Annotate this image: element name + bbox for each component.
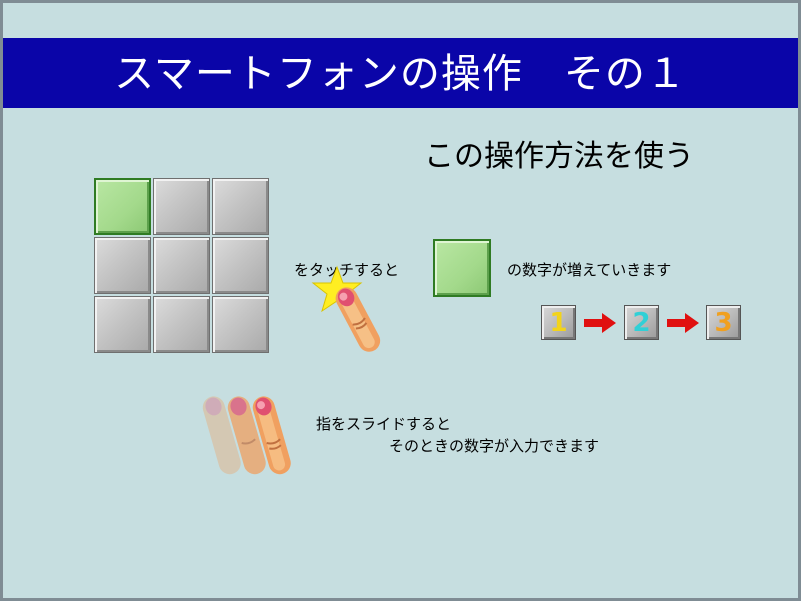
- number-box-3: 3: [706, 305, 741, 340]
- slide-title: スマートフォンの操作 その１: [3, 38, 798, 108]
- touch-text-after: の数字が増えていきます: [507, 261, 672, 279]
- keypad-tile[interactable]: [153, 296, 210, 353]
- keypad-tile[interactable]: [153, 178, 210, 235]
- finger-slide-icon: [202, 396, 291, 475]
- keypad-tile[interactable]: [212, 296, 269, 353]
- arrow-right-icon: [584, 313, 616, 333]
- keypad-tile[interactable]: [212, 178, 269, 235]
- slide-text-line2: そのときの数字が入力できます: [389, 437, 600, 455]
- slide-subtitle: この操作方法を使う: [424, 139, 694, 174]
- number-box-2: 2: [624, 305, 659, 340]
- slide-text-line1: 指をスライドすると: [316, 415, 452, 433]
- keypad-tile[interactable]: [212, 237, 269, 294]
- number-box-1: 1: [541, 305, 576, 340]
- finger-tap-icon: [311, 265, 381, 352]
- keypad-grid: [92, 176, 269, 353]
- keypad-tile[interactable]: [94, 296, 151, 353]
- slide: スマートフォンの操作 その１ この操作方法を使う をタッチすると の数字が増えて…: [0, 0, 801, 601]
- sample-green-tile: [433, 239, 491, 297]
- arrow-right-icon: [667, 313, 699, 333]
- keypad-tile[interactable]: [94, 237, 151, 294]
- keypad-tile-selected[interactable]: [94, 178, 151, 235]
- keypad-tile[interactable]: [153, 237, 210, 294]
